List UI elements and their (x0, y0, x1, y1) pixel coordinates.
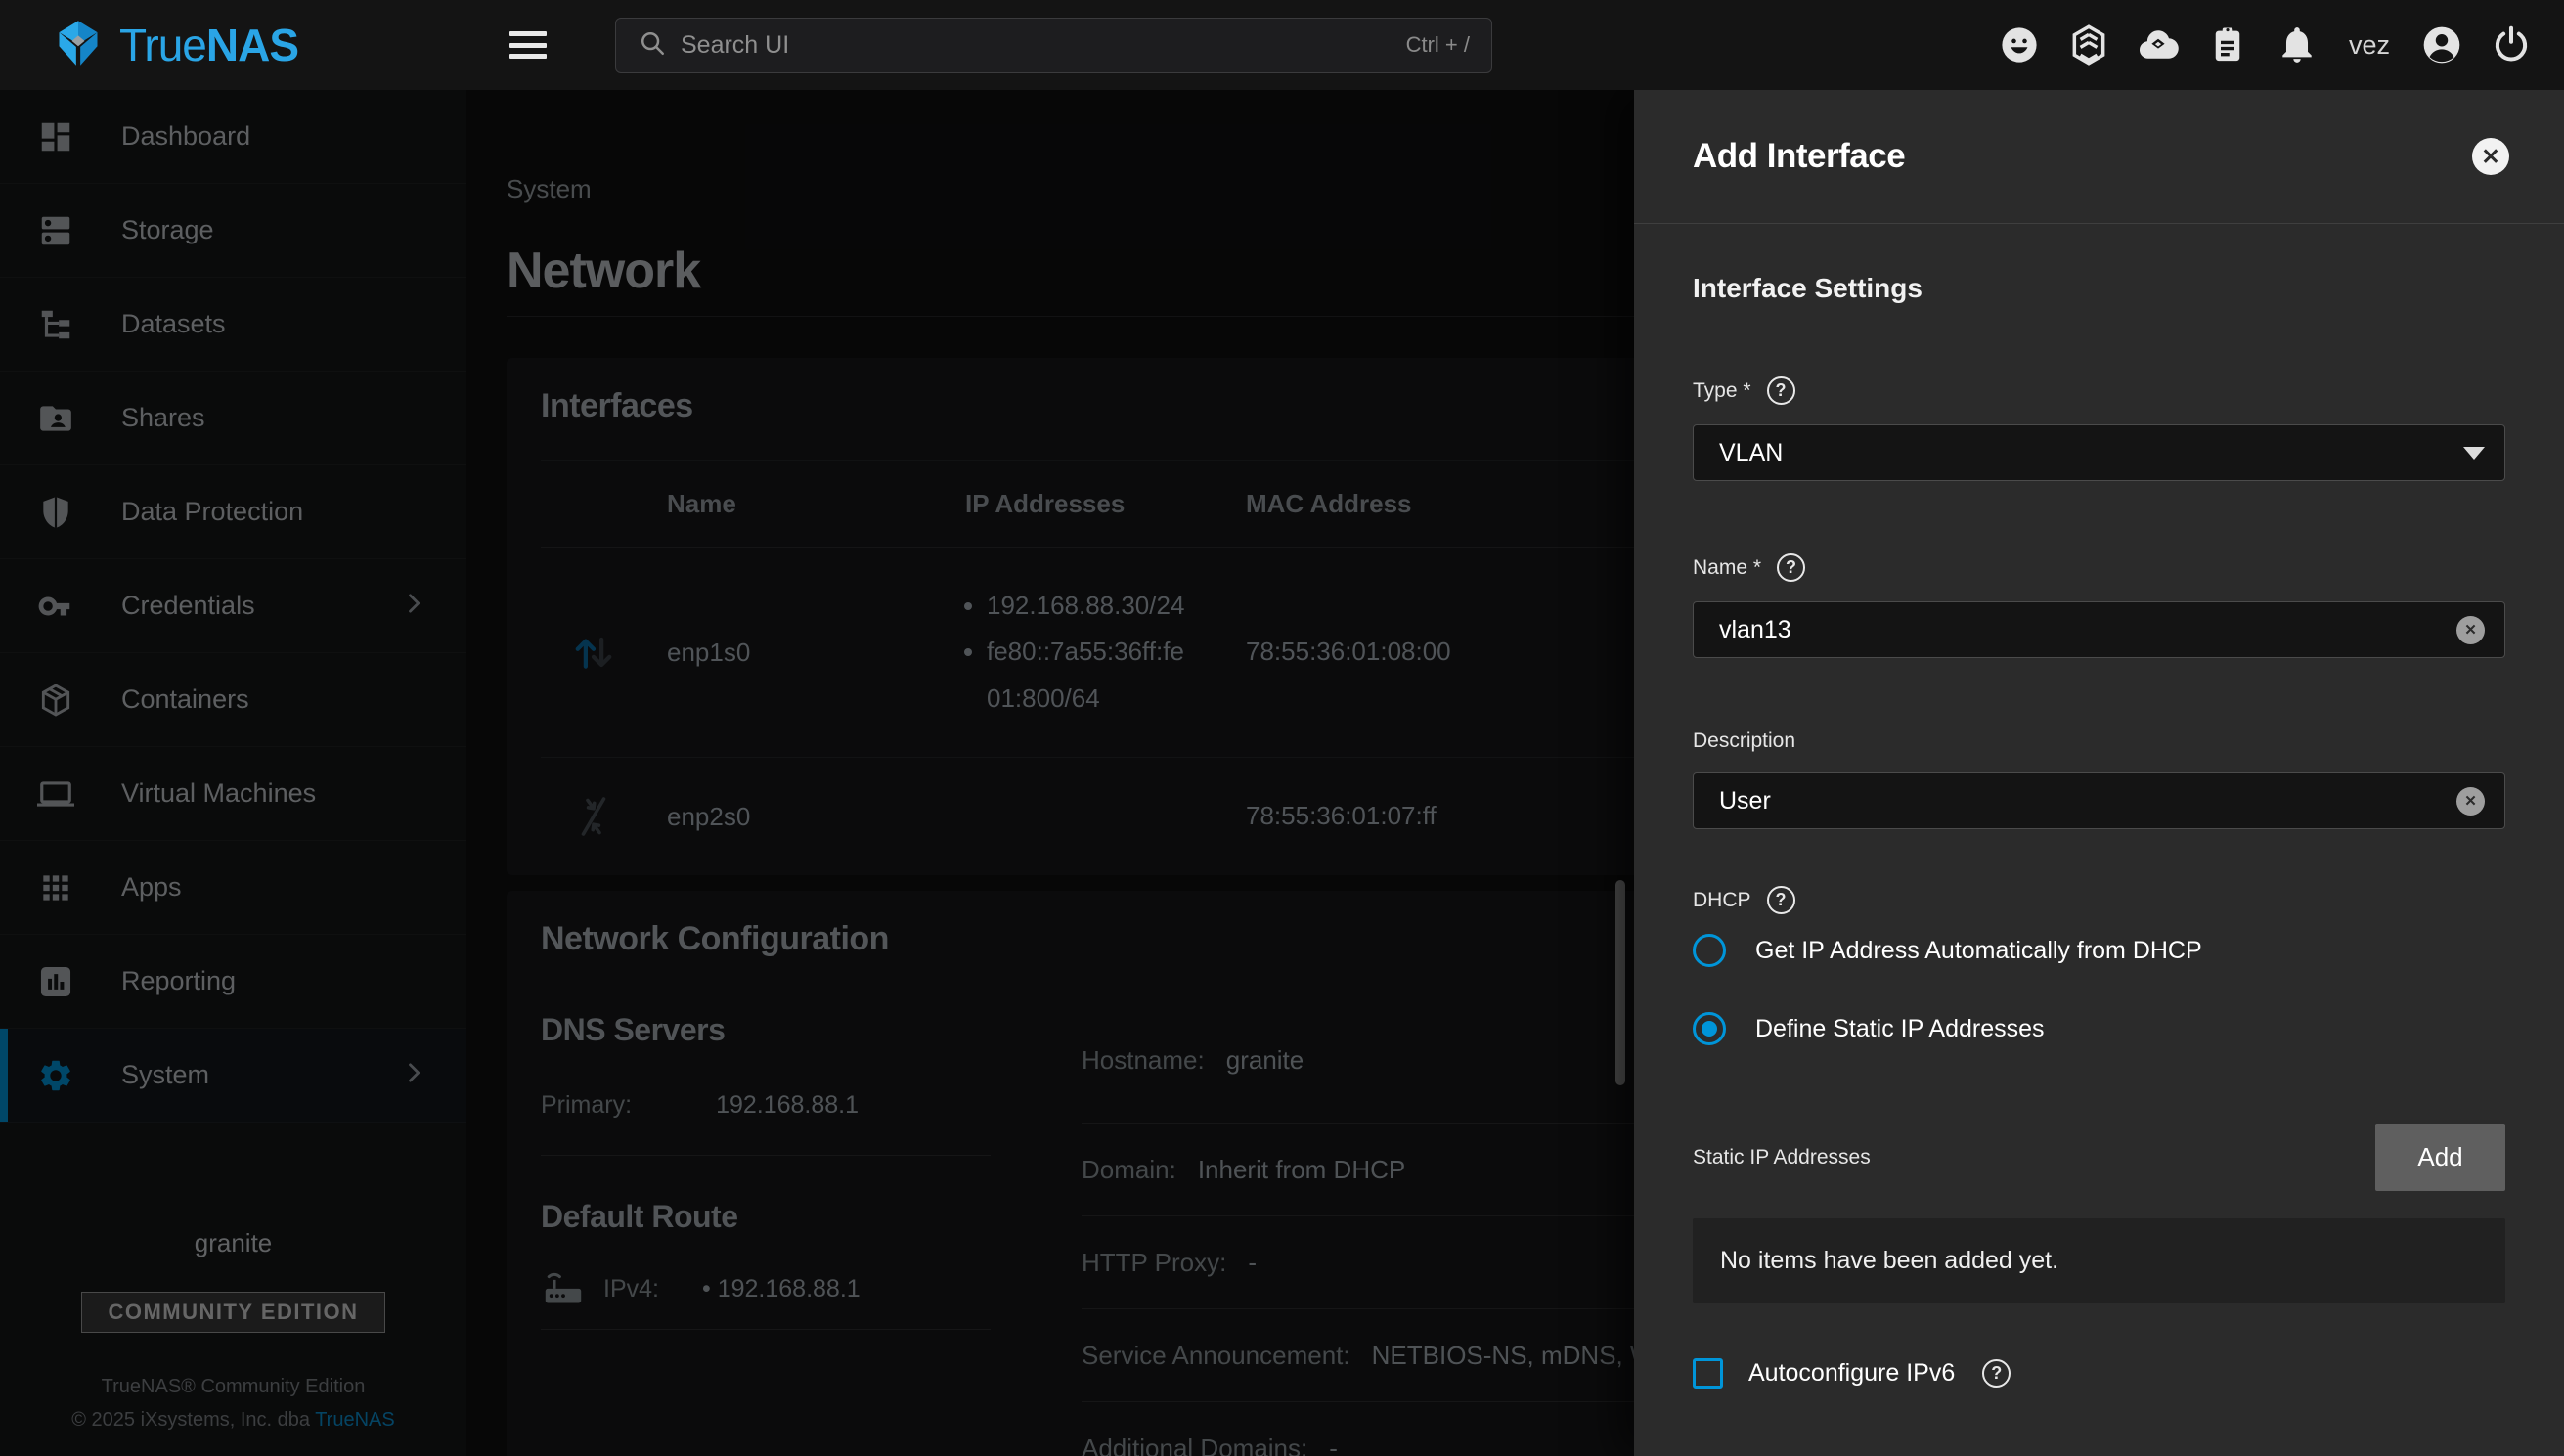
radio-dhcp-auto[interactable]: Get IP Address Automatically from DHCP (1693, 934, 2505, 967)
help-icon[interactable]: ? (1767, 376, 1795, 405)
main-scrollbar[interactable] (1615, 880, 1625, 1085)
autoconfigure-ipv6-row[interactable]: Autoconfigure IPv6 ? (1693, 1358, 2505, 1389)
feedback-icon[interactable] (1998, 23, 2041, 66)
search-input[interactable] (681, 31, 1393, 60)
search-bar[interactable]: Ctrl + / (615, 18, 1492, 73)
top-bar: TrueNAS Ctrl + / (0, 0, 2564, 90)
close-icon[interactable]: ✕ (2472, 138, 2509, 175)
truenas-logo-text: TrueNAS (119, 19, 298, 71)
type-selected-value: VLAN (1719, 439, 1783, 467)
chevron-down-icon (2463, 447, 2485, 460)
clear-icon[interactable]: ✕ (2456, 787, 2485, 816)
checkbox-unchecked-icon (1693, 1358, 1723, 1389)
type-select[interactable]: VLAN (1693, 424, 2505, 481)
radio-unchecked-icon (1693, 934, 1726, 967)
static-ip-label: Static IP Addresses (1693, 1146, 1871, 1169)
description-input[interactable] (1719, 787, 2456, 816)
menu-toggle-button[interactable] (509, 31, 547, 59)
search-shortcut-hint: Ctrl + / (1406, 32, 1470, 58)
name-input[interactable] (1719, 616, 2456, 644)
name-field: Name * ? ✕ (1693, 553, 2505, 658)
radio-checked-icon (1693, 1012, 1726, 1045)
search-icon (638, 28, 667, 63)
name-input-wrap: ✕ (1693, 601, 2505, 658)
truecloud-icon[interactable] (2137, 23, 2180, 66)
user-avatar-icon[interactable] (2420, 23, 2463, 66)
username-label: vez (2349, 30, 2390, 61)
alerts-icon[interactable] (2276, 23, 2319, 66)
description-field: Description ✕ (1693, 729, 2505, 829)
dhcp-label-row: DHCP ? (1693, 886, 2505, 914)
truenas-logo[interactable]: TrueNAS (0, 18, 466, 73)
panel-title: Add Interface (1693, 137, 1905, 176)
interface-settings-heading: Interface Settings (1693, 273, 2505, 304)
power-icon[interactable] (2490, 23, 2533, 66)
name-label: Name * (1693, 556, 1761, 580)
clear-icon[interactable]: ✕ (2456, 616, 2485, 644)
autoconfigure-ipv6-label: Autoconfigure IPv6 (1748, 1359, 1955, 1388)
truenas-logo-icon (53, 18, 104, 73)
add-interface-panel: Add Interface ✕ Interface Settings Type … (1634, 90, 2564, 1456)
description-label: Description (1693, 729, 1795, 753)
empty-list-message: No items have been added yet. (1693, 1218, 2505, 1303)
static-ip-row: Static IP Addresses Add (1693, 1124, 2505, 1191)
panel-body: Interface Settings Type * ? VLAN Name * … (1634, 273, 2564, 1389)
truenas-app: TrueNAS Ctrl + / (0, 0, 2564, 1456)
type-field: Type * ? VLAN (1693, 376, 2505, 481)
topbar-actions: vez (1998, 23, 2564, 66)
description-input-wrap: ✕ (1693, 772, 2505, 829)
modal-overlay[interactable] (0, 90, 1634, 1456)
radio-static-ip[interactable]: Define Static IP Addresses (1693, 1012, 2505, 1045)
truecommand-icon[interactable] (2067, 23, 2110, 66)
add-static-ip-button[interactable]: Add (2375, 1124, 2505, 1191)
help-icon[interactable]: ? (1777, 553, 1805, 582)
help-icon[interactable]: ? (1767, 886, 1795, 914)
help-icon[interactable]: ? (1982, 1359, 2011, 1388)
panel-header: Add Interface ✕ (1634, 90, 2564, 224)
jobs-icon[interactable] (2206, 23, 2249, 66)
type-label: Type * (1693, 379, 1751, 403)
dhcp-label: DHCP (1693, 889, 1751, 912)
